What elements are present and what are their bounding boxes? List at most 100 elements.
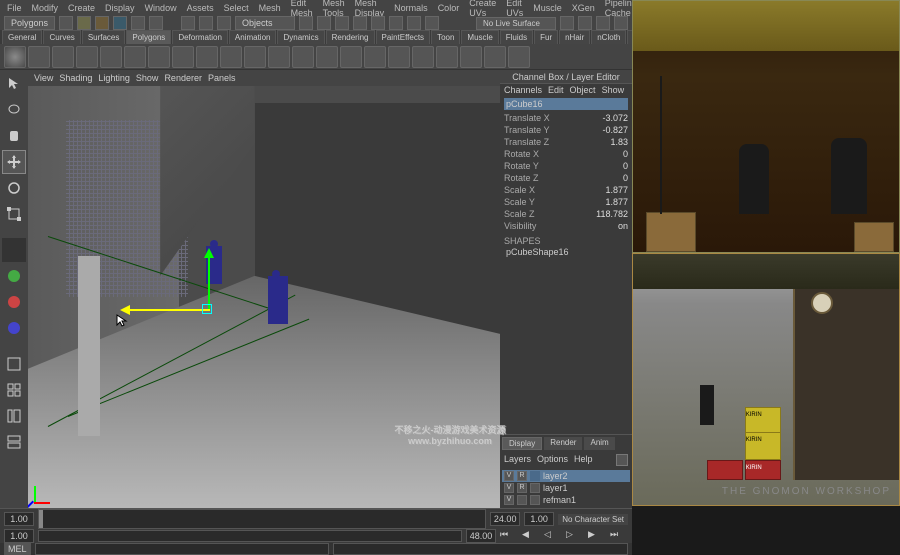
open-scene-icon[interactable] bbox=[95, 16, 109, 30]
char-set-dropdown[interactable]: No Character Set bbox=[558, 514, 628, 525]
vp-shading[interactable]: Shading bbox=[59, 73, 92, 83]
snap-curve-icon[interactable] bbox=[371, 16, 385, 30]
menu-file[interactable]: File bbox=[4, 3, 25, 13]
paint-tool-icon[interactable] bbox=[2, 124, 26, 148]
select-mode-icon[interactable] bbox=[181, 16, 195, 30]
layer-name[interactable]: layer1 bbox=[543, 483, 568, 493]
lasso-tool-icon[interactable] bbox=[2, 98, 26, 122]
attr-scale-x[interactable]: 1.877 bbox=[605, 185, 628, 195]
menu-display[interactable]: Display bbox=[102, 3, 138, 13]
gizmo-y-arrow-icon[interactable] bbox=[204, 248, 214, 258]
attr-translate-x[interactable]: -3.072 bbox=[602, 113, 628, 123]
menu-muscle[interactable]: Muscle bbox=[530, 3, 565, 13]
shelf-tab-polygons[interactable]: Polygons bbox=[126, 30, 171, 44]
menu-normals[interactable]: Normals bbox=[391, 3, 431, 13]
combine-icon[interactable] bbox=[316, 46, 338, 68]
hypershade-icon[interactable] bbox=[2, 456, 26, 480]
menu-select[interactable]: Select bbox=[221, 3, 252, 13]
command-input[interactable] bbox=[35, 543, 330, 555]
layer-tab-render[interactable]: Render bbox=[544, 437, 582, 450]
cylinder-icon[interactable] bbox=[52, 46, 74, 68]
layer-name[interactable]: layer2 bbox=[543, 471, 568, 481]
scale-tool-icon[interactable] bbox=[2, 202, 26, 226]
gizmo-x-axis[interactable] bbox=[128, 309, 210, 311]
bevel-icon[interactable] bbox=[412, 46, 434, 68]
layer-row[interactable]: V refman1 bbox=[502, 494, 630, 506]
move-tool-icon[interactable] bbox=[2, 150, 26, 174]
layer-type-toggle[interactable]: R bbox=[517, 483, 527, 493]
status-btn[interactable] bbox=[59, 16, 73, 30]
layer-menu-layers[interactable]: Layers bbox=[504, 454, 531, 466]
layer-row[interactable]: V R layer1 bbox=[502, 482, 630, 494]
vp-show[interactable]: Show bbox=[136, 73, 159, 83]
smooth-icon[interactable] bbox=[484, 46, 506, 68]
layer-visibility-toggle[interactable]: V bbox=[504, 471, 514, 481]
paint-select-icon[interactable] bbox=[217, 16, 231, 30]
layer-name[interactable]: refman1 bbox=[543, 495, 576, 505]
last-tool-icon[interactable] bbox=[2, 238, 26, 262]
attr-rotate-x[interactable]: 0 bbox=[623, 149, 628, 159]
plane-icon[interactable] bbox=[100, 46, 122, 68]
layer-menu-help[interactable]: Help bbox=[574, 454, 593, 466]
timeline-playhead[interactable] bbox=[39, 510, 43, 528]
step-forward-icon[interactable]: ▶ bbox=[588, 529, 606, 543]
menu-create[interactable]: Create bbox=[65, 3, 98, 13]
shelf-tab-painteffects[interactable]: PaintEffects bbox=[376, 30, 431, 44]
menu-assets[interactable]: Assets bbox=[184, 3, 217, 13]
soccer-icon[interactable] bbox=[244, 46, 266, 68]
selection-mask-dropdown[interactable]: Objects bbox=[235, 16, 295, 30]
gizmo-center[interactable] bbox=[202, 304, 212, 314]
layer-visibility-toggle[interactable]: V bbox=[504, 483, 514, 493]
shelf-tab-muscle[interactable]: Muscle bbox=[461, 30, 498, 44]
platonic-icon[interactable] bbox=[268, 46, 290, 68]
menu-mesh[interactable]: Mesh bbox=[256, 3, 284, 13]
bridge-icon[interactable] bbox=[388, 46, 410, 68]
lasso-icon[interactable] bbox=[199, 16, 213, 30]
save-scene-icon[interactable] bbox=[113, 16, 127, 30]
four-view-icon[interactable] bbox=[2, 378, 26, 402]
layer-type-toggle[interactable] bbox=[517, 495, 527, 505]
undo-icon[interactable] bbox=[131, 16, 145, 30]
snap-live-icon[interactable] bbox=[425, 16, 439, 30]
menu-set-dropdown[interactable]: Polygons bbox=[4, 16, 55, 30]
layer-tab-anim[interactable]: Anim bbox=[584, 437, 614, 450]
layer-type-toggle[interactable]: R bbox=[517, 471, 527, 481]
shelf-tab-animation[interactable]: Animation bbox=[229, 30, 277, 44]
viewport[interactable] bbox=[28, 86, 500, 508]
attr-scale-z[interactable]: 118.782 bbox=[596, 209, 628, 219]
script-editor-icon[interactable] bbox=[2, 482, 26, 506]
shelf-tab-fluids[interactable]: Fluids bbox=[500, 30, 533, 44]
redo-icon[interactable] bbox=[149, 16, 163, 30]
mask-icon-2[interactable] bbox=[317, 16, 331, 30]
frame-end-field[interactable]: 24.00 bbox=[490, 512, 520, 526]
shelf-tab-general[interactable]: General bbox=[2, 30, 42, 44]
ch-tab-channels[interactable]: Channels bbox=[504, 85, 542, 95]
ch-tab-object[interactable]: Object bbox=[570, 85, 596, 95]
helix-icon[interactable] bbox=[220, 46, 242, 68]
play-end-icon[interactable]: ⏭ bbox=[610, 529, 628, 543]
insert-loop-icon[interactable] bbox=[436, 46, 458, 68]
layer-tab-display[interactable]: Display bbox=[502, 437, 542, 450]
render-icon[interactable] bbox=[578, 16, 592, 30]
range-start-field[interactable]: 1.00 bbox=[4, 529, 34, 543]
vp-lighting[interactable]: Lighting bbox=[98, 73, 130, 83]
shape-name[interactable]: pCubeShape16 bbox=[504, 246, 628, 258]
rotate-tool-icon[interactable] bbox=[2, 176, 26, 200]
attr-translate-y[interactable]: -0.827 bbox=[602, 125, 628, 135]
object-name[interactable]: pCube16 bbox=[504, 98, 628, 110]
frame-start-field[interactable]: 1.00 bbox=[4, 512, 34, 526]
new-scene-icon[interactable] bbox=[77, 16, 91, 30]
layer-color-swatch[interactable] bbox=[530, 483, 540, 493]
shelf-tab-curves[interactable]: Curves bbox=[43, 30, 80, 44]
ch-tab-show[interactable]: Show bbox=[602, 85, 625, 95]
attr-translate-z[interactable]: 1.83 bbox=[610, 137, 628, 147]
shelf-tab-dynamics[interactable]: Dynamics bbox=[277, 30, 324, 44]
sculpt-icon[interactable] bbox=[508, 46, 530, 68]
step-back-icon[interactable]: ◀ bbox=[522, 529, 540, 543]
multicut-icon[interactable] bbox=[460, 46, 482, 68]
snap-point-icon[interactable] bbox=[389, 16, 403, 30]
attr-rotate-y[interactable]: 0 bbox=[623, 161, 628, 171]
current-frame-field[interactable]: 1.00 bbox=[524, 512, 554, 526]
sphere-icon[interactable] bbox=[4, 46, 26, 68]
layer-color-swatch[interactable] bbox=[530, 471, 540, 481]
